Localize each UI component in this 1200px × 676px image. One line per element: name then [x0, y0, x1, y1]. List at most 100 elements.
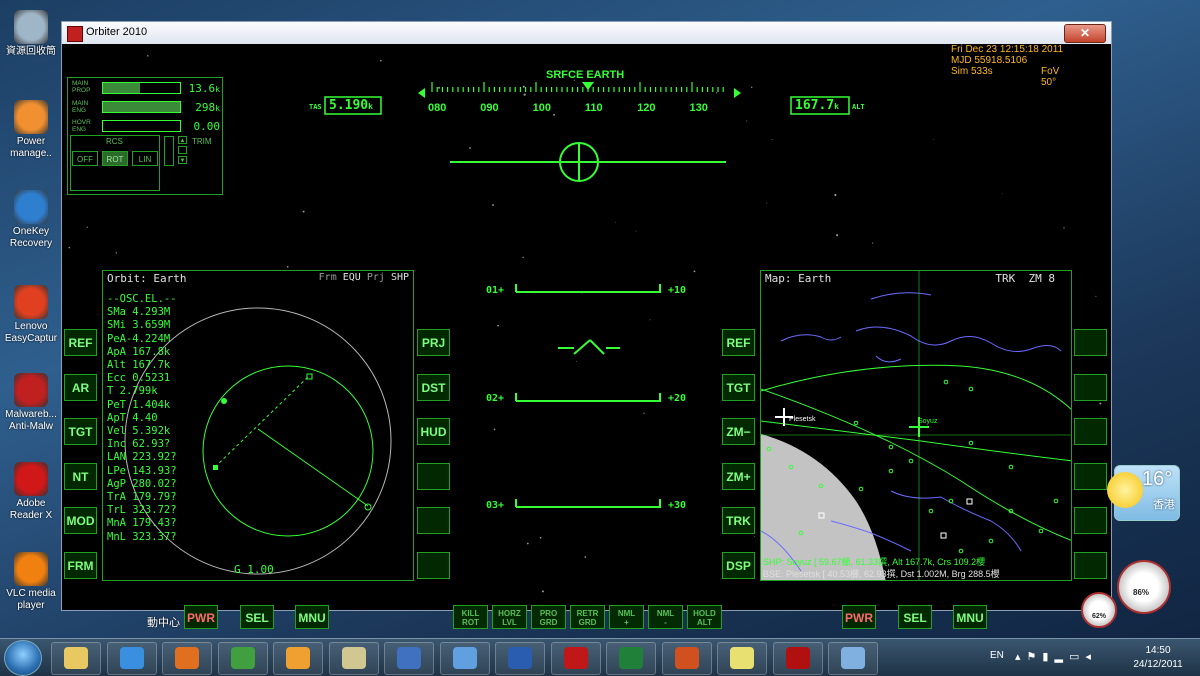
flag-icon[interactable]: ⚑ [1027, 651, 1043, 663]
star [771, 138, 773, 140]
nav-button-kill-rot[interactable]: KILL ROT [453, 605, 488, 629]
rcs-off-button[interactable]: OFF [72, 151, 98, 166]
star [469, 147, 471, 149]
desktop-icon-label: Adobe Reader X [9, 498, 53, 521]
network-icon[interactable]: ▮ [1042, 651, 1054, 663]
taskbar-chrome-button[interactable] [217, 642, 268, 675]
clock[interactable]: 14:50 24/12/2011 [1118, 644, 1198, 672]
tray-icons: ▴⚑▮▂▭◂ [1015, 650, 1097, 663]
rcs-rot-button[interactable]: ROT [102, 151, 128, 166]
map-vessel-marker [940, 532, 947, 539]
orbit-mfd-left-button-mod[interactable]: MOD [64, 507, 97, 534]
orbiter-icon [785, 647, 810, 669]
desktop-icon[interactable]: Power manage.. [0, 100, 62, 160]
volume-icon[interactable]: ◂ [1085, 651, 1097, 663]
rcs-lin-button[interactable]: LIN [132, 151, 158, 166]
nav-button-line1: RETR [576, 609, 599, 618]
nav-button-nml-[interactable]: NML - [648, 605, 683, 629]
orbit-mfd-left-button-frm[interactable]: FRM [64, 551, 97, 579]
star [493, 428, 496, 431]
weather-gadget[interactable]: 16° 香港 [1107, 465, 1180, 521]
taskbar-paint-button[interactable] [828, 642, 878, 675]
map-mfd-right-button-blank-1[interactable] [1074, 373, 1107, 401]
taskbar-explorer-button[interactable] [51, 642, 101, 675]
desktop-app-icon [14, 552, 48, 586]
messenger-icon [452, 647, 477, 669]
desktop-icon[interactable]: Adobe Reader X [0, 462, 62, 522]
language-indicator[interactable]: EN [990, 650, 1004, 661]
map-mfd-left-button-dsp[interactable]: DSP [722, 551, 755, 579]
acrobat-icon [563, 647, 588, 669]
star [1001, 193, 1003, 195]
close-button[interactable]: ✕ [1064, 24, 1106, 43]
word-icon [508, 647, 532, 669]
taskbar-folder-tool-button[interactable] [328, 642, 379, 675]
tray-arrow-icon[interactable]: ▴ [1015, 651, 1027, 663]
pitch-bar-20 [515, 393, 661, 402]
nav-button-hold-alt[interactable]: HOLD ALT [687, 605, 722, 629]
map-vessel-marker [966, 498, 973, 505]
taskbar-word-button[interactable] [495, 642, 545, 675]
map-mfd-left-button-zm−[interactable]: ZM− [722, 418, 755, 445]
trim-down-button[interactable]: ▼ [178, 156, 187, 164]
map-mfd-right-button-blank-0[interactable] [1074, 329, 1107, 356]
map-mfd-right-button-blank-2[interactable] [1074, 418, 1107, 445]
taskbar-acrobat-button[interactable] [550, 642, 601, 675]
signal-icon[interactable]: ▂ [1054, 651, 1068, 663]
desktop-icon[interactable]: OneKey Recovery [0, 190, 62, 250]
orbit-mfd-right-button-hud[interactable]: HUD [417, 418, 450, 445]
star [693, 270, 696, 273]
taskbar-firefox-button[interactable] [162, 642, 212, 675]
right-mfd-sel-button[interactable]: SEL [898, 605, 932, 629]
taskbar-sticky-notes-button[interactable] [717, 642, 767, 675]
nav-button-pro-grd[interactable]: PRO GRD [531, 605, 566, 629]
right-mfd-pwr-button[interactable]: PWR [842, 605, 876, 629]
desktop-icon[interactable]: 資源回收筒 [0, 10, 62, 58]
orbit-mfd-right-button-blank-5[interactable] [417, 551, 450, 579]
desktop-icon[interactable]: Malwareb... Anti-Malw [0, 373, 62, 433]
nav-button-horz-lvl[interactable]: HORZ LVL [492, 605, 527, 629]
right-mfd-mnu-button[interactable]: MNU [953, 605, 987, 629]
star [302, 210, 305, 213]
trim-mid-button[interactable] [178, 146, 187, 154]
nav-button-nml-[interactable]: NML + [609, 605, 644, 629]
nav-button-line2: GRD [539, 618, 558, 627]
taskbar-powerpoint-button[interactable] [661, 642, 712, 675]
orbit-mfd-left-button-nt[interactable]: NT [64, 462, 97, 490]
orbit-mfd-right-button-blank-3[interactable] [417, 462, 450, 490]
orbit-mfd-left-button-tgt[interactable]: TGT [64, 418, 97, 445]
map-mfd-left-button-trk[interactable]: TRK [722, 507, 755, 534]
battery-icon[interactable]: ▭ [1069, 651, 1085, 663]
taskbar-internet-explorer-button[interactable] [106, 642, 157, 675]
start-button[interactable] [4, 640, 42, 676]
desktop-icon[interactable]: VLC media player [0, 552, 62, 612]
orbit-element: SMi 3.659M [107, 319, 171, 332]
nav-button-retr-grd[interactable]: RETR GRD [570, 605, 605, 629]
taskbar-messenger-button[interactable] [439, 642, 490, 675]
orbit-mfd-left-button-ar[interactable]: AR [64, 373, 97, 401]
star [615, 221, 616, 223]
cpu-meter-gadget[interactable]: 86% 62% [1077, 560, 1177, 630]
taskbar: EN ▴⚑▮▂▭◂ 14:50 24/12/2011 [0, 638, 1200, 676]
map-mfd-right-button-blank-3[interactable] [1074, 462, 1107, 490]
orbit-mfd-left-button-ref[interactable]: REF [64, 329, 97, 356]
window-titlebar[interactable]: Orbiter 2010 ✕ [62, 22, 1111, 45]
map-mfd-left-button-zm+[interactable]: ZM+ [722, 462, 755, 490]
orbit-mfd-right-button-dst[interactable]: DST [417, 373, 450, 401]
map-mfd-left-button-ref[interactable]: REF [722, 329, 755, 356]
left-mfd-mnu-button[interactable]: MNU [295, 605, 329, 629]
orbit-element: ApA 167.8k [107, 345, 171, 358]
taskbar-excel-button[interactable] [606, 642, 656, 675]
map-mfd-right-button-blank-4[interactable] [1074, 507, 1107, 534]
taskbar-thunderbird-button[interactable] [384, 642, 434, 675]
taskbar-orbiter-button[interactable] [772, 642, 823, 675]
map-mfd-left-button-tgt[interactable]: TGT [722, 373, 755, 401]
trim-up-button[interactable]: ▲ [178, 136, 187, 144]
orbit-mfd-right-button-blank-4[interactable] [417, 507, 450, 534]
left-mfd-pwr-button[interactable]: PWR [184, 605, 218, 629]
desktop-icon-label: Lenovo EasyCaptur [4, 321, 58, 344]
desktop-icon[interactable]: Lenovo EasyCaptur [0, 285, 62, 345]
orbit-mfd-right-button-prj[interactable]: PRJ [417, 329, 450, 356]
left-mfd-sel-button[interactable]: SEL [240, 605, 274, 629]
taskbar-media-player-button[interactable] [273, 642, 323, 675]
